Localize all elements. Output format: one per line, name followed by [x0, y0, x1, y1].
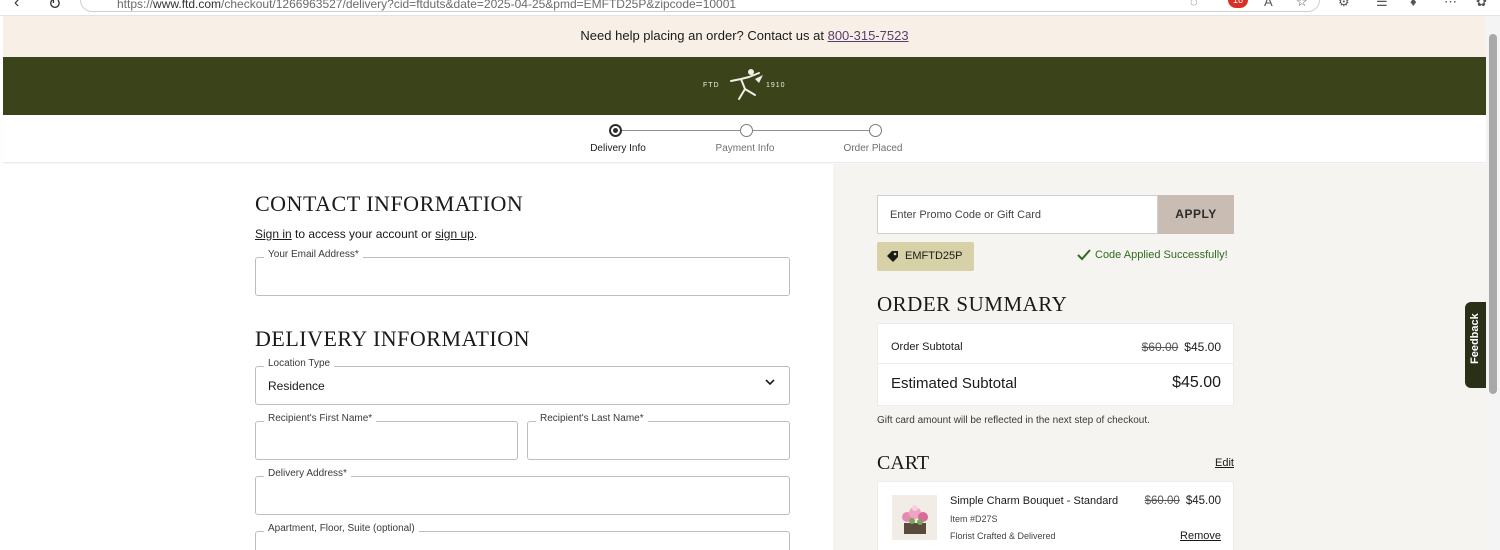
page-scrollbar[interactable]: [1486, 16, 1500, 550]
more-menu-icon[interactable]: ⋯: [1444, 0, 1457, 10]
extensions-icon[interactable]: ⚙: [1338, 0, 1350, 10]
sign-in-link[interactable]: Sign in: [255, 227, 292, 241]
location-type-select[interactable]: Location Type Residence: [255, 358, 790, 405]
checkmark-icon: [1077, 249, 1091, 261]
feedback-tab[interactable]: Feedback: [1465, 302, 1487, 388]
step-connector: [622, 130, 740, 131]
email-field[interactable]: Your Email Address*: [255, 249, 790, 296]
item-original-price: $60.00: [1144, 495, 1180, 507]
code-success-message: Code Applied Successfully!: [1077, 249, 1228, 261]
step-dot-payment: [740, 124, 753, 137]
sign-up-link[interactable]: sign up: [435, 227, 474, 241]
discounted-price: $45.00: [1184, 340, 1221, 354]
cart-edit-link[interactable]: Edit: [1215, 457, 1234, 469]
applied-code-text: EMFTD25P: [905, 250, 963, 262]
apply-button[interactable]: APPLY: [1158, 195, 1234, 234]
delivery-address-label: Delivery Address*: [264, 468, 351, 479]
checkout-progress: Delivery Info Payment Info Order Placed: [3, 115, 1486, 163]
order-subtotal-price: $60.00 $45.00: [1142, 340, 1221, 354]
cart-title: CART: [877, 452, 930, 474]
item-number: Item #D27S: [950, 514, 998, 524]
favorite-icon[interactable]: ☆: [1296, 0, 1308, 10]
checkout-form: CONTACT INFORMATION Sign in to access yo…: [3, 164, 833, 550]
mercury-logo-icon: [730, 69, 763, 100]
order-summary-title: ORDER SUMMARY: [877, 292, 1068, 316]
item-price: $60.00 $45.00: [1145, 495, 1221, 507]
cart-item: Simple Charm Bouquet - Standard $60.00 $4…: [877, 481, 1234, 550]
scrollbar-thumb[interactable]: [1489, 34, 1497, 394]
item-name[interactable]: Simple Charm Bouquet - Standard: [950, 495, 1118, 507]
order-subtotal-label: Order Subtotal: [891, 341, 963, 353]
bouquet-thumbnail[interactable]: [892, 495, 937, 540]
item-fulfillment-note: Florist Crafted & Delivered: [950, 531, 1056, 541]
estimated-subtotal-price: $45.00: [1172, 374, 1221, 391]
order-summary-box: Order Subtotal $60.00 $45.00 Estimated Su…: [877, 323, 1234, 406]
browser-essentials-icon[interactable]: ♦: [1410, 0, 1417, 9]
step-dot-delivery: [609, 124, 622, 137]
step-delivery-info: Delivery Info: [590, 143, 646, 154]
step-dot-placed: [869, 124, 882, 137]
logo-year-text: 1910: [766, 82, 786, 89]
location-type-label: Location Type: [264, 358, 335, 369]
step-payment-info: Payment Info: [715, 143, 775, 154]
promo-code-input[interactable]: [878, 196, 1157, 233]
delivery-title: DELIVERY INFORMATION: [255, 326, 531, 351]
apartment-label: Apartment, Floor, Suite (optional): [264, 523, 419, 534]
gift-card-note: Gift card amount will be reflected in th…: [877, 415, 1150, 426]
refresh-icon[interactable]: ↻: [48, 0, 61, 14]
location-type-value: Residence: [268, 379, 325, 393]
step-connector: [753, 130, 869, 131]
reader-icon[interactable]: ◌: [1190, 0, 1198, 9]
promo-code-field[interactable]: [877, 195, 1158, 234]
chevron-down-icon: [765, 379, 775, 386]
feedback-label: Feedback: [1469, 313, 1481, 364]
contact-title: CONTACT INFORMATION: [255, 191, 524, 216]
signin-prompt: Sign in to access your account or sign u…: [255, 227, 478, 241]
text-size-icon[interactable]: A: [1264, 0, 1273, 9]
favorites-list-icon[interactable]: ☰: [1376, 0, 1388, 10]
help-text: Need help placing an order? Contact us a…: [580, 28, 828, 43]
phone-link[interactable]: 800-315-7523: [828, 28, 909, 43]
order-sidebar: APPLY EMFTD25P Code Applied Successfully…: [833, 164, 1486, 550]
help-banner: Need help placing an order? Contact us a…: [3, 16, 1486, 57]
address-bar[interactable]: https://www.ftd.com/checkout/1266963527/…: [80, 0, 1320, 12]
item-discounted-price: $45.00: [1185, 495, 1221, 507]
estimated-subtotal-label: Estimated Subtotal: [891, 375, 1017, 392]
tag-icon: [887, 251, 898, 262]
summary-divider: [878, 363, 1233, 364]
remove-item-link[interactable]: Remove: [1180, 530, 1221, 542]
logo-ftd-text: FTD: [703, 82, 720, 89]
apartment-field[interactable]: Apartment, Floor, Suite (optional): [255, 523, 790, 550]
brand-header: FTD 1910: [3, 57, 1486, 115]
first-name-label: Recipient's First Name*: [264, 413, 377, 424]
last-name-field[interactable]: Recipient's Last Name*: [527, 413, 790, 460]
original-price: $60.00: [1141, 340, 1179, 354]
ftd-logo[interactable]: FTD 1910: [703, 65, 793, 105]
browser-toolbar: ‹ ↻ https://www.ftd.com/checkout/1266963…: [0, 0, 1500, 16]
first-name-field[interactable]: Recipient's First Name*: [255, 413, 518, 460]
url-text: https://www.ftd.com/checkout/1266963527/…: [117, 0, 737, 11]
applied-code-chip[interactable]: EMFTD25P: [877, 242, 974, 271]
copilot-icon[interactable]: ✿: [1476, 0, 1487, 10]
last-name-label: Recipient's Last Name*: [536, 413, 648, 424]
email-label: Your Email Address*: [264, 249, 363, 260]
back-icon[interactable]: ‹: [14, 0, 19, 12]
delivery-address-field[interactable]: Delivery Address*: [255, 468, 790, 515]
step-order-placed: Order Placed: [843, 143, 903, 154]
